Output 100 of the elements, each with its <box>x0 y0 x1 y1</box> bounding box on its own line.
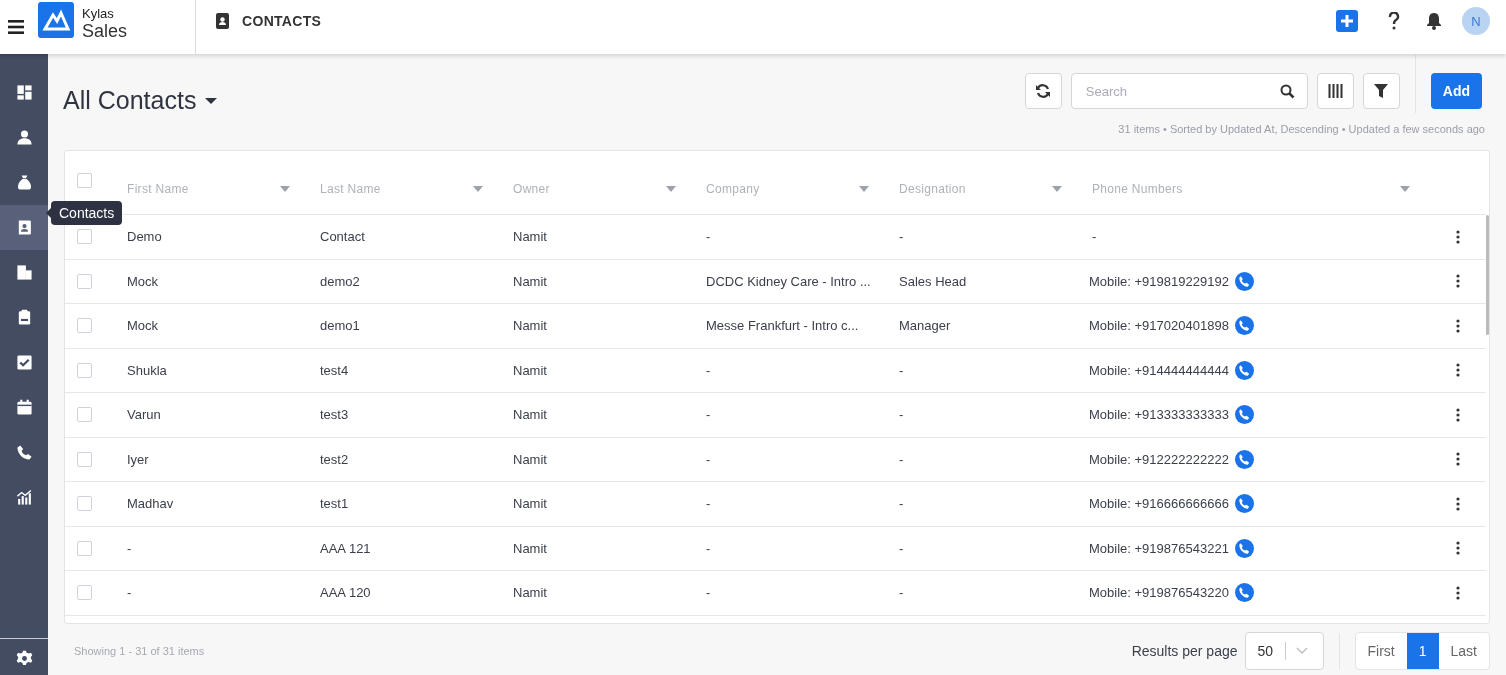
more-options-icon[interactable] <box>1456 229 1460 244</box>
table-cell: Namit <box>513 496 547 512</box>
table-cell: Demo <box>127 229 162 245</box>
create-button[interactable] <box>1336 10 1358 32</box>
table-cell: - <box>899 362 904 378</box>
sort-caret-icon[interactable] <box>666 185 676 192</box>
filter-button[interactable] <box>1362 73 1400 109</box>
search-field[interactable]: Search <box>1070 73 1308 109</box>
settings-icon[interactable] <box>15 649 33 667</box>
table-cell: Namit <box>513 273 547 289</box>
table-cell: - <box>706 451 711 467</box>
table-cell: - <box>706 585 711 601</box>
table-cell: Mobile: +914444444444 <box>1089 362 1229 378</box>
product-name: Sales <box>82 21 128 42</box>
more-options-icon[interactable] <box>1456 407 1460 422</box>
table-cell: - <box>127 585 132 601</box>
table-cell: test2 <box>320 451 349 467</box>
table-cell: Messe Frankfurt - Intro c... <box>706 318 859 334</box>
table-cell: - <box>899 229 904 245</box>
add-button[interactable]: Add <box>1430 73 1482 109</box>
more-options-icon[interactable] <box>1456 496 1460 511</box>
phone-call-icon[interactable] <box>1234 271 1254 291</box>
table-cell: - <box>1092 229 1097 245</box>
phone-call-icon[interactable] <box>1234 316 1254 336</box>
table-cell: Iyer <box>127 451 149 467</box>
sort-caret-icon[interactable] <box>473 185 483 192</box>
table-cell: demo1 <box>320 318 360 334</box>
list-summary: 31 items • Sorted by Updated At, Descending • Updated a few seconds ago <box>1118 123 1485 135</box>
caret-icon[interactable] <box>204 96 219 105</box>
dashboard-icon <box>15 84 33 101</box>
table-cell: Mobile: +913333333333 <box>1089 407 1229 423</box>
more-options-icon[interactable] <box>1456 585 1460 600</box>
select-all-checkbox[interactable] <box>77 173 92 188</box>
row-checkbox[interactable] <box>77 273 92 289</box>
table-cell: Namit <box>513 585 547 601</box>
money-bag-icon <box>15 174 33 191</box>
items-summary: Showing 1 - 31 of 31 items <box>74 644 205 657</box>
table-cell: - <box>899 585 904 601</box>
table-cell: test4 <box>320 362 349 378</box>
sort-caret-icon[interactable] <box>1052 185 1062 192</box>
table-cell: - <box>899 496 904 512</box>
refresh-button[interactable] <box>1024 73 1062 109</box>
row-checkbox[interactable] <box>77 407 92 423</box>
sort-caret-icon[interactable] <box>280 185 290 192</box>
phone-call-icon[interactable] <box>1234 583 1254 603</box>
row-checkbox[interactable] <box>77 451 92 467</box>
table-cell: - <box>706 362 711 378</box>
row-checkbox[interactable] <box>77 540 92 556</box>
phone-call-icon[interactable] <box>1234 538 1254 558</box>
checkbox-icon <box>15 354 33 371</box>
help-icon[interactable] <box>1388 12 1400 30</box>
calendar-icon <box>15 399 33 416</box>
row-checkbox[interactable] <box>77 362 92 378</box>
table-cell: Namit <box>513 362 547 378</box>
row-checkbox[interactable] <box>77 318 92 334</box>
list-title[interactable]: All Contacts <box>63 86 197 115</box>
more-options-icon[interactable] <box>1456 541 1460 556</box>
user-avatar[interactable]: N <box>1462 7 1490 35</box>
per-page-dropdown[interactable]: 50 <box>1244 631 1324 670</box>
filter-icon <box>1374 84 1389 98</box>
more-options-icon[interactable] <box>1456 363 1460 378</box>
table-cell: Namit <box>513 318 547 334</box>
table-cell: - <box>127 540 132 556</box>
more-options-icon[interactable] <box>1456 274 1460 289</box>
table-cell: Mobile: +912222222222 <box>1089 451 1229 467</box>
search-input[interactable]: Search <box>1083 82 1280 100</box>
page-button[interactable]: First <box>1355 632 1407 669</box>
more-options-icon[interactable] <box>1456 452 1460 467</box>
sort-caret-icon[interactable] <box>1400 185 1410 192</box>
more-options-icon[interactable] <box>1456 318 1460 333</box>
page-button[interactable]: 1 <box>1406 632 1439 669</box>
table-cell: Shukla <box>127 362 167 378</box>
menu-icon[interactable] <box>8 20 24 34</box>
table-cell: - <box>899 451 904 467</box>
search-icon[interactable] <box>1279 83 1295 99</box>
notification-bell-icon[interactable] <box>1426 12 1442 30</box>
phone-call-icon[interactable] <box>1234 449 1254 469</box>
phone-call-icon[interactable] <box>1234 360 1254 380</box>
scrollbar-thumb[interactable] <box>1486 215 1489 335</box>
row-checkbox[interactable] <box>77 496 92 512</box>
columns-button[interactable] <box>1316 73 1354 109</box>
row-checkbox[interactable] <box>77 585 92 601</box>
table-cell: Madhav <box>127 496 174 512</box>
table-cell: Manager <box>899 318 951 334</box>
table-cell: AAA 121 <box>320 540 371 556</box>
sort-caret-icon[interactable] <box>859 185 869 192</box>
table-cell: Mobile: +919876543221 <box>1089 540 1229 556</box>
phone-call-icon[interactable] <box>1234 494 1254 514</box>
page-button[interactable]: Last <box>1438 632 1489 669</box>
table-cell: Mobile: +916666666666 <box>1089 496 1229 512</box>
table-cell: - <box>899 407 904 423</box>
table-cell: DCDC Kidney Care - Intro ... <box>706 273 871 289</box>
table-cell: Mock <box>127 273 159 289</box>
table-cell: Namit <box>513 540 547 556</box>
row-checkbox[interactable] <box>77 229 92 245</box>
table-cell: test3 <box>320 407 349 423</box>
table-cell: - <box>899 540 904 556</box>
table-cell: demo2 <box>320 273 360 289</box>
phone-call-icon[interactable] <box>1234 405 1254 425</box>
table-cell: test1 <box>320 496 349 512</box>
